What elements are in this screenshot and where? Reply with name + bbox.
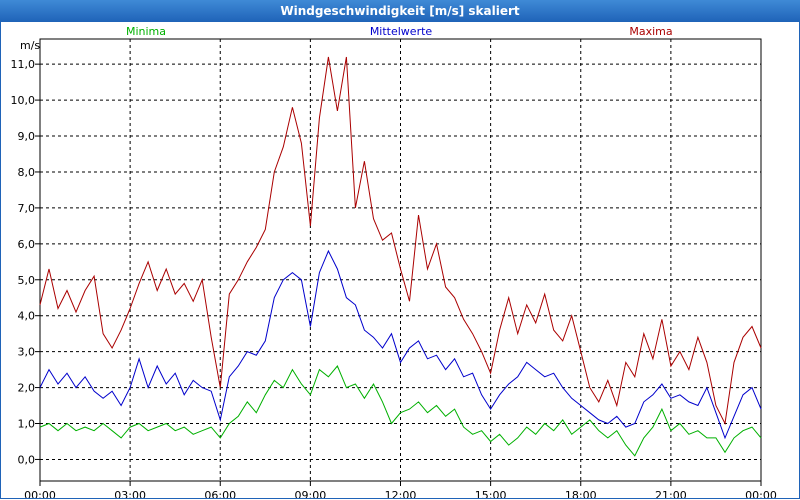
y-tick-label: 4,0	[18, 310, 36, 323]
x-tick-time: 00:00	[24, 489, 56, 498]
x-tick-time: 09:00	[295, 489, 327, 498]
x-tick-time: 12:00	[385, 489, 417, 498]
legend-mittelwerte: Mittelwerte	[370, 25, 433, 38]
y-tick-label: 9,0	[18, 130, 36, 143]
y-tick-label: 10,0	[11, 94, 36, 107]
y-tick-label: 3,0	[18, 346, 36, 359]
x-tick-time: 21:00	[655, 489, 687, 498]
legend-minima: Minima	[126, 25, 166, 38]
y-tick-label: 1,0	[18, 418, 36, 431]
y-tick-label: 7,0	[18, 202, 36, 215]
y-tick-label: 11,0	[11, 58, 36, 71]
y-tick-label: 2,0	[18, 382, 36, 395]
x-tick-time: 18:00	[565, 489, 597, 498]
x-tick-time: 00:00	[745, 489, 777, 498]
y-tick-label: 0,0	[18, 453, 36, 466]
chart: 0,0 1,0 2,0 3,0 4,0 5,0 6,0 7,0 8,0 9,0 10,0 11,0 00…	[11, 25, 777, 498]
y-tick-label: 8,0	[18, 166, 36, 179]
legend: Minima Mittelwerte Maxima	[126, 25, 673, 38]
x-tick-time: 06:00	[204, 489, 236, 498]
legend-maxima: Maxima	[629, 25, 672, 38]
window-title: Windgeschwindigkeit [m/s] skaliert	[0, 0, 800, 22]
y-tick-label: 6,0	[18, 238, 36, 251]
x-tick-time: 03:00	[114, 489, 146, 498]
y-tick-label: 5,0	[18, 274, 36, 287]
x-tick-time: 15:00	[475, 489, 507, 498]
y-axis-label: m/s	[20, 39, 40, 52]
